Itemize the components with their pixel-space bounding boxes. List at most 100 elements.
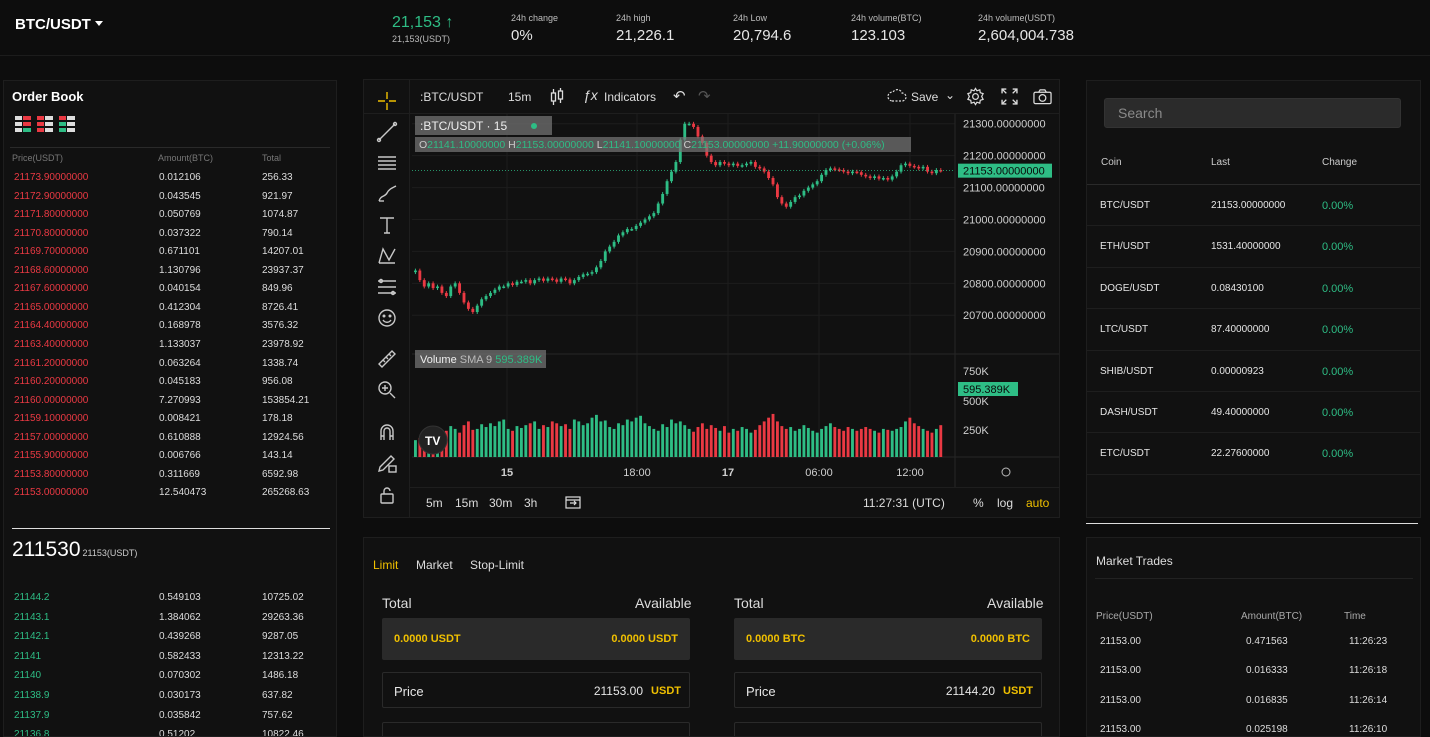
bid-row[interactable]: 21138.9 0.030173 637.82 (4, 687, 334, 706)
bid-row[interactable]: 21144.2 0.549103 10725.02 (4, 589, 334, 608)
coin-row[interactable]: ETC/USDT 22.27600000 0.00% (1087, 433, 1420, 475)
tab-stop-limit[interactable]: Stop-Limit (470, 558, 524, 572)
bid-row[interactable]: 21142.1 0.439268 9287.05 (4, 628, 334, 647)
ask-row[interactable]: 21159.10000000 0.008421 178.18 (4, 410, 334, 429)
brush-icon[interactable] (376, 183, 398, 205)
coin-row[interactable]: BTC/USDT 21153.00000000 0.00% (1087, 185, 1420, 227)
ruler-icon[interactable] (376, 348, 398, 370)
candle (493, 289, 497, 293)
candle (449, 286, 453, 297)
price-input[interactable]: Price 21153.00 USDT (382, 672, 690, 708)
ask-row[interactable]: 21172.90000000 0.043545 921.97 (4, 188, 334, 207)
pencil-lock-icon[interactable] (376, 452, 398, 474)
range-30m[interactable]: 30m (489, 496, 512, 510)
price-tick-label: 21100.00000000 (963, 183, 1045, 195)
coin-row[interactable]: DOGE/USDT 0.08430100 0.00% (1087, 268, 1420, 310)
range-3h[interactable]: 3h (524, 496, 537, 510)
lock-icon[interactable] (376, 484, 398, 506)
coin-row[interactable]: LTC/USDT 87.40000000 0.00% (1087, 309, 1420, 351)
ask-row[interactable]: 21173.90000000 0.012106 256.33 (4, 169, 334, 188)
ask-row[interactable]: 21171.80000000 0.050769 1074.87 (4, 206, 334, 225)
save-button[interactable]: Save (911, 90, 938, 104)
redo-icon[interactable]: ↷ (698, 87, 711, 105)
zoom-in-icon[interactable] (376, 379, 398, 401)
ask-row[interactable]: 21153.80000000 0.311669 6592.98 (4, 466, 334, 485)
ask-row[interactable]: 21170.80000000 0.037322 790.14 (4, 225, 334, 244)
volume-bar (647, 426, 651, 457)
ohlc-legend: O21141.10000000 H21153.00000000 L21141.1… (419, 139, 885, 151)
range-5m[interactable]: 5m (426, 496, 443, 510)
pair-selector[interactable]: BTC/USDT (15, 16, 103, 33)
trade-price: 21153.00 (1100, 665, 1141, 677)
volume-bar (837, 428, 841, 457)
total-cell: 29263.36 (262, 611, 304, 623)
coin-row[interactable]: ETH/USDT 1531.40000000 0.00% (1087, 226, 1420, 268)
symbol-button[interactable]: :BTC/USDT (420, 90, 483, 104)
ask-row[interactable]: 21155.90000000 0.006766 143.14 (4, 447, 334, 466)
column-header-coin: Coin (1101, 157, 1122, 168)
book-both-icon[interactable] (15, 116, 31, 132)
ask-row[interactable]: 21160.20000000 0.045183 956.08 (4, 373, 334, 392)
price-chart[interactable]: 21400.0000000021300.0000000021200.000000… (412, 114, 1060, 487)
total-cell: 3576.32 (262, 320, 299, 332)
candle (886, 178, 890, 180)
crosshair-icon[interactable] (376, 90, 398, 112)
book-bids-icon[interactable] (59, 116, 75, 132)
amount-input[interactable] (382, 722, 690, 736)
magnet-icon[interactable] (376, 421, 398, 443)
interval-button[interactable]: 15m (508, 90, 531, 104)
ask-row[interactable]: 21165.00000000 0.412304 8726.41 (4, 299, 334, 318)
ask-row[interactable]: 21167.60000000 0.040154 849.96 (4, 280, 334, 299)
candle-style-icon[interactable] (550, 88, 564, 109)
range-15m[interactable]: 15m (455, 496, 478, 510)
ask-row[interactable]: 21164.40000000 0.168978 3576.32 (4, 317, 334, 336)
text-icon[interactable] (376, 214, 398, 236)
bid-row[interactable]: 21140 0.070302 1486.18 (4, 667, 334, 686)
auto-toggle[interactable]: auto (1026, 496, 1049, 510)
amount-cell: 0.582433 (159, 650, 201, 662)
ask-row[interactable]: 21161.20000000 0.063264 1338.74 (4, 355, 334, 374)
search-input[interactable] (1104, 98, 1401, 128)
candle (828, 168, 832, 171)
tab-limit[interactable]: Limit (373, 558, 398, 572)
fx-icon[interactable]: ƒx (583, 87, 598, 103)
candle (612, 241, 616, 247)
indicators-button[interactable]: Indicators (604, 90, 656, 104)
ask-row[interactable]: 21168.60000000 1.130796 23937.37 (4, 262, 334, 281)
pattern-icon[interactable] (376, 245, 398, 267)
amount-cell: 1.133037 (159, 338, 201, 350)
log-toggle[interactable]: log (997, 496, 1013, 510)
percent-toggle[interactable]: % (973, 496, 984, 510)
ask-row[interactable]: 21157.00000000 0.610888 12924.56 (4, 429, 334, 448)
cloud-icon[interactable] (887, 89, 907, 106)
fullscreen-icon[interactable] (1001, 88, 1018, 108)
undo-icon[interactable]: ↶ (673, 87, 686, 105)
volume-tick-label: 500K (963, 396, 989, 408)
fib-icon[interactable] (376, 276, 398, 298)
ask-row[interactable]: 21160.00000000 7.270993 153854.21 (4, 392, 334, 411)
gear-icon[interactable] (966, 87, 985, 109)
tab-market[interactable]: Market (416, 558, 453, 572)
chevron-down-icon[interactable]: ⌄ (945, 88, 955, 102)
volume-bar (886, 429, 890, 457)
volume-bar (603, 420, 607, 457)
camera-icon[interactable] (1033, 88, 1052, 108)
book-asks-icon[interactable] (37, 116, 53, 132)
ask-row[interactable]: 21163.40000000 1.133037 23978.92 (4, 336, 334, 355)
date-range-icon[interactable] (565, 495, 581, 512)
utc-time[interactable]: 11:27:31 (UTC) (863, 496, 945, 510)
ask-row[interactable]: 21169.70000000 0.671101 14207.01 (4, 243, 334, 262)
ask-row[interactable]: 21153.00000000 12.540473 265268.63 (4, 484, 334, 503)
bid-row[interactable]: 21143.1 1.384062 29263.36 (4, 609, 334, 628)
volume-bar (784, 428, 788, 457)
coin-row[interactable]: DASH/USDT 49.40000000 0.00% (1087, 392, 1420, 434)
horizontal-lines-icon[interactable] (376, 152, 398, 174)
bid-row[interactable]: 21141 0.582433 12313.22 (4, 648, 334, 667)
amount-input[interactable] (734, 722, 1042, 736)
coin-row[interactable]: SHIB/USDT 0.00000923 0.00% (1087, 351, 1420, 392)
trend-line-icon[interactable] (376, 121, 398, 143)
emoji-icon[interactable] (376, 307, 398, 329)
price-input[interactable]: Price 21144.20 USDT (734, 672, 1042, 708)
bid-row[interactable]: 21137.9 0.035842 757.62 (4, 707, 334, 726)
bid-row[interactable]: 21136.8 0.51202 10822.46 (4, 726, 334, 736)
